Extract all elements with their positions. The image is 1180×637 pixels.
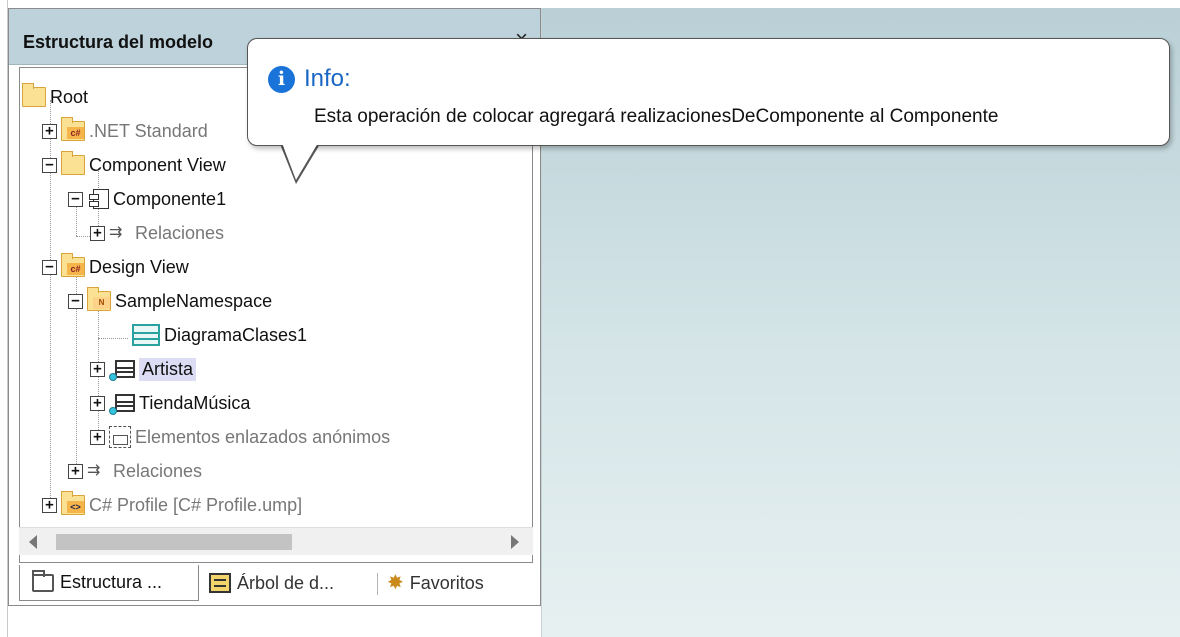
interface-dot-icon [109, 373, 117, 381]
scroll-right-icon[interactable] [511, 535, 519, 549]
folder-icon [61, 151, 85, 175]
class-icon [109, 394, 135, 415]
class-diagram-icon [132, 324, 160, 346]
tab-favoritos[interactable]: ✸ Favoritos [383, 565, 523, 601]
profile-badge: <> [67, 501, 84, 513]
tree-item-label: SampleNamespace [115, 290, 273, 311]
tree-item-label: Root [50, 86, 89, 107]
tooltip-pointer-fill [282, 143, 318, 180]
component-icon [89, 189, 109, 209]
expand-icon[interactable]: + [90, 225, 105, 241]
horizontal-scrollbar[interactable] [19, 527, 533, 555]
tree-item-component-view[interactable]: − Component View [42, 150, 226, 180]
tree-item-artista[interactable]: + Artista [90, 354, 197, 384]
tree-item-label: .NET Standard [89, 120, 208, 141]
csharp-badge: c# [67, 263, 84, 275]
panel-title: Estructura del modelo [23, 32, 214, 52]
tree-item-label: Relaciones [113, 460, 203, 481]
namespace-badge: N [93, 297, 110, 309]
class-icon [109, 360, 135, 381]
favorites-icon: ✸ [387, 572, 404, 594]
expand-icon[interactable]: + [90, 429, 105, 445]
folder-outline-icon [32, 569, 54, 592]
tree-item-relaciones[interactable]: + ⇉ Relaciones [90, 218, 224, 248]
profile-folder-icon: <> [61, 491, 85, 515]
collapse-icon[interactable]: − [68, 191, 83, 207]
namespace-folder-icon: N [87, 287, 111, 311]
window-left-edge [0, 0, 8, 637]
tree-item-diagramaclases1[interactable]: DiagramaClases1 [132, 320, 307, 350]
csharp-folder-icon: c# [61, 117, 85, 141]
tree-item-tiendamusica[interactable]: + TiendaMúsica [90, 388, 250, 418]
relations-icon: ⇉ [87, 462, 101, 479]
collapse-icon[interactable]: − [42, 259, 57, 275]
tooltip-message: Esta operación de colocar agregará reali… [314, 106, 999, 127]
scroll-left-icon[interactable] [29, 535, 37, 549]
tree-item-relaciones[interactable]: + ⇉ Relaciones [68, 456, 202, 486]
collapse-icon[interactable]: − [42, 157, 57, 173]
panel-tabs: Estructura ... Árbol de d... ✸ Favoritos [19, 565, 533, 605]
expand-icon[interactable]: + [68, 463, 83, 479]
tree-item-label: C# Profile [C# Profile.ump] [89, 494, 303, 515]
expand-icon[interactable]: + [90, 361, 105, 377]
tree-item-elementos-anonimos[interactable]: + Elementos enlazados anónimos [90, 422, 390, 452]
tab-label: Árbol de d... [237, 572, 335, 593]
relations-icon: ⇉ [109, 224, 123, 241]
tab-estructura[interactable]: Estructura ... [19, 565, 199, 601]
tree-item-net-standard[interactable]: + c# .NET Standard [42, 116, 208, 146]
diagram-tree-icon [209, 573, 231, 593]
bottom-area [8, 606, 541, 637]
tab-label: Estructura ... [60, 572, 163, 592]
csharp-folder-icon: c# [61, 253, 85, 277]
tree-item-label: DiagramaClases1 [164, 324, 308, 345]
tree-item-label: TiendaMúsica [139, 392, 251, 413]
tree-item-csharp-profile[interactable]: + <> C# Profile [C# Profile.ump] [42, 490, 302, 520]
tree-item-design-view[interactable]: − c# Design View [42, 252, 189, 282]
anonymous-elements-icon [109, 426, 131, 448]
tree-item-label: Design View [89, 256, 189, 277]
tab-arbol-diagramas[interactable]: Árbol de d... [205, 565, 375, 601]
folder-icon [22, 83, 46, 107]
tooltip-title: Info: [304, 65, 351, 92]
tree-item-label: Component View [89, 154, 226, 175]
expand-icon[interactable]: + [90, 395, 105, 411]
tree-item-label: Relaciones [135, 222, 225, 243]
expand-icon[interactable]: + [42, 123, 57, 139]
interface-dot-icon [109, 407, 117, 415]
tab-separator [377, 573, 378, 595]
scrollbar-thumb[interactable] [56, 534, 292, 550]
collapse-icon[interactable]: − [68, 293, 83, 309]
tree-item-samplenamespace[interactable]: − N SampleNamespace [68, 286, 272, 316]
tree-item-componente1[interactable]: − Componente1 [68, 184, 226, 214]
csharp-badge: c# [67, 127, 84, 139]
tree-item-label: Elementos enlazados anónimos [135, 426, 391, 447]
tree-guide-line [76, 236, 90, 237]
tab-label: Favoritos [409, 572, 484, 593]
tree-guide-line [98, 338, 128, 339]
tree-item-label: Componente1 [113, 188, 227, 209]
expand-icon[interactable]: + [42, 497, 57, 513]
tree-item-root[interactable]: Root [22, 82, 88, 112]
tree-item-label: Artista [139, 357, 197, 381]
info-tooltip: i Info: Esta operación de colocar agrega… [247, 38, 1170, 146]
info-icon: i [268, 66, 295, 93]
